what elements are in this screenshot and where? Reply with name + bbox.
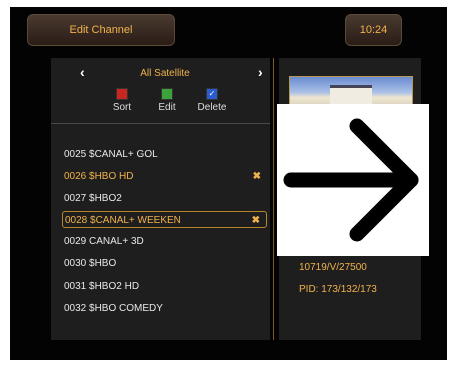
sort-button[interactable]: Sort [102,88,142,113]
pid-info: PID: 173/132/173 [299,284,377,295]
channel-label: 0030 $HBO [64,258,117,269]
channel-label: 0025 $CANAL+ GOL [64,149,158,160]
green-key-icon [161,88,173,100]
blue-key-check-icon: ✓ [206,88,218,100]
channel-label: 0029 CANAL+ 3D [64,236,144,247]
edit-button[interactable]: Edit [147,88,187,113]
channel-label: 0032 $HBO COMEDY [64,303,163,314]
channel-row[interactable]: 0029 CANAL+ 3D [62,233,267,250]
delete-button[interactable]: ✓ Delete [192,88,232,113]
channel-label: 0026 $HBO HD [64,171,134,182]
satellite-name: All Satellite [140,68,190,79]
screen-title: Edit Channel [27,14,175,46]
channel-row[interactable]: 0026 $HBO HD ✖ [62,168,267,185]
clock-text: 10:24 [359,24,388,36]
delete-mark-icon: ✖ [251,215,260,226]
channel-row[interactable]: 0027 $HBO2 [62,190,267,207]
channel-label: 0028 $CANAL+ WEEKEN [65,215,181,226]
panel-divider [273,58,274,340]
right-arrow-icon [283,118,419,242]
edit-label: Edit [158,102,176,113]
prev-satellite-arrow-icon[interactable]: ‹ [80,64,85,80]
channel-row[interactable]: 0028 $CANAL+ WEEKEN ✖ [62,211,267,228]
screen-title-text: Edit Channel [69,24,133,36]
channel-row[interactable]: 0031 $HBO2 HD [62,278,267,295]
channel-label: 0031 $HBO2 HD [64,281,140,292]
list-header-divider [51,123,270,124]
channel-row[interactable]: 0025 $CANAL+ GOL [62,146,267,163]
transponder-info: 10719/V/27500 [299,262,367,273]
clock: 10:24 [345,14,402,46]
arrow-overlay [277,104,429,256]
channel-label: 0027 $HBO2 [64,193,122,204]
sort-label: Sort [112,102,132,113]
channel-row[interactable]: 0030 $HBO [62,255,267,272]
delete-label: Delete [197,102,227,113]
delete-mark-icon: ✖ [252,171,261,182]
red-key-icon [116,88,128,100]
channel-row[interactable]: 0032 $HBO COMEDY [62,300,267,317]
next-satellite-arrow-icon[interactable]: › [258,64,263,80]
